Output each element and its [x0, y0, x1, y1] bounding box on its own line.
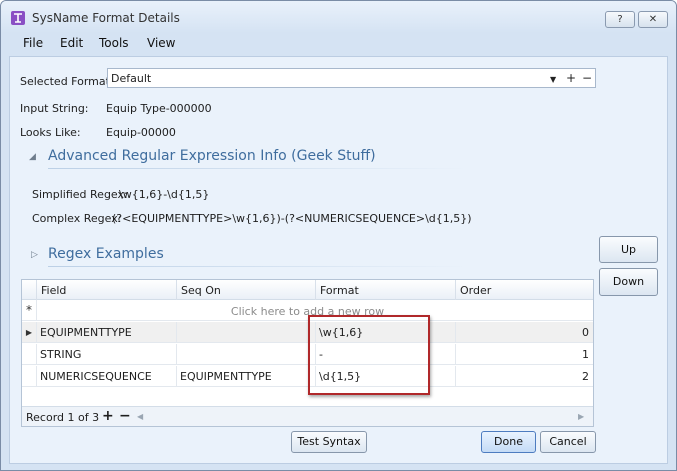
menu-bar: File Edit Tools View	[1, 33, 676, 55]
regex-examples-header[interactable]: Regex Examples	[48, 246, 164, 262]
title-bar: SysName Format Details ? ✕	[1, 1, 676, 33]
cell-order[interactable]: 2	[456, 366, 593, 387]
cell-field[interactable]: EQUIPMENTTYPE	[37, 322, 177, 343]
input-string-label: Input String:	[20, 102, 89, 115]
cell-order[interactable]: 1	[456, 344, 593, 365]
cell-order[interactable]: 0	[456, 322, 593, 343]
advanced-section-divider	[48, 168, 468, 169]
add-icon[interactable]: +	[566, 71, 576, 85]
scroll-right-icon[interactable]: ▶	[578, 412, 584, 421]
selected-format-combo[interactable]: Default ▼ + −	[107, 68, 596, 88]
row-indicator	[22, 366, 37, 387]
cell-seq-on[interactable]	[177, 344, 316, 365]
up-button[interactable]: Up	[599, 236, 658, 263]
column-header-order[interactable]: Order	[456, 280, 593, 300]
app-icon	[10, 10, 26, 26]
record-counter: Record 1 of 3	[26, 411, 100, 424]
scroll-left-icon[interactable]: ◀	[137, 412, 143, 421]
column-header-field[interactable]: Field	[37, 280, 177, 300]
examples-section-divider	[48, 266, 468, 267]
cell-seq-on[interactable]: EQUIPMENTTYPE	[177, 366, 316, 387]
table-row[interactable]: NUMERICSEQUENCE EQUIPMENTTYPE \d{1,5} 2	[22, 366, 593, 387]
delete-record-icon[interactable]: −	[119, 408, 131, 424]
remove-icon[interactable]: −	[582, 71, 592, 85]
grid-header-corner	[22, 280, 37, 300]
chevron-down-icon[interactable]: ▼	[550, 73, 556, 87]
selected-format-label: Selected Format:	[20, 75, 114, 88]
menu-file[interactable]: File	[23, 36, 43, 50]
format-details-window: SysName Format Details ? ✕ File Edit Too…	[0, 0, 677, 471]
window-title: SysName Format Details	[32, 11, 180, 25]
help-button[interactable]: ?	[605, 11, 635, 28]
row-indicator	[22, 344, 37, 365]
close-button[interactable]: ✕	[638, 11, 668, 28]
collapse-triangle-icon[interactable]: ◢	[29, 152, 36, 162]
cell-format[interactable]: -	[316, 344, 456, 365]
menu-tools[interactable]: Tools	[99, 36, 129, 50]
regex-examples-grid: Field Seq On Format Order * Click here t…	[21, 279, 594, 427]
cancel-button[interactable]: Cancel	[540, 431, 596, 453]
content-panel: Selected Format: Default ▼ + − Input Str…	[9, 56, 668, 464]
complex-regex-label: Complex Regex:	[32, 212, 122, 225]
column-header-format[interactable]: Format	[316, 280, 456, 300]
input-string-value: Equip Type-000000	[106, 102, 212, 115]
simplified-regex-label: Simplified Regex:	[32, 188, 128, 201]
test-syntax-button[interactable]: Test Syntax	[291, 431, 367, 453]
selected-format-value: Default	[111, 72, 152, 85]
down-button[interactable]: Down	[599, 268, 658, 296]
menu-edit[interactable]: Edit	[60, 36, 83, 50]
current-row-arrow-icon: ▶	[22, 322, 37, 343]
simplified-regex-value: \w{1,6}-\d{1,5}	[119, 188, 210, 201]
table-row[interactable]: ▶ EQUIPMENTTYPE \w{1,6} 0	[22, 322, 593, 343]
cell-seq-on[interactable]	[177, 322, 316, 343]
close-icon: ✕	[648, 14, 658, 25]
grid-pager: Record 1 of 3 + − ◀ ▶	[22, 406, 593, 426]
cell-field[interactable]: STRING	[37, 344, 177, 365]
complex-regex-value: (?<EQUIPMENTTYPE>\w{1,6})-(?<NUMERICSEQU…	[112, 212, 472, 225]
done-button[interactable]: Done	[481, 431, 536, 453]
new-row[interactable]: * Click here to add a new row	[22, 300, 593, 321]
table-row[interactable]: STRING - 1	[22, 344, 593, 365]
looks-like-label: Looks Like:	[20, 126, 81, 139]
advanced-section-header[interactable]: Advanced Regular Expression Info (Geek S…	[48, 148, 376, 164]
cell-format[interactable]: \w{1,6}	[316, 322, 456, 343]
expand-triangle-icon[interactable]: ▷	[31, 250, 38, 260]
new-row-hint: Click here to add a new row	[230, 305, 385, 318]
menu-view[interactable]: View	[147, 36, 175, 50]
help-icon: ?	[617, 14, 623, 25]
cell-field[interactable]: NUMERICSEQUENCE	[37, 366, 177, 387]
column-header-seq-on[interactable]: Seq On	[177, 280, 316, 300]
add-record-icon[interactable]: +	[102, 408, 114, 424]
cell-format[interactable]: \d{1,5}	[316, 366, 456, 387]
grid-header: Field Seq On Format Order	[22, 280, 593, 300]
looks-like-value: Equip-00000	[106, 126, 176, 139]
